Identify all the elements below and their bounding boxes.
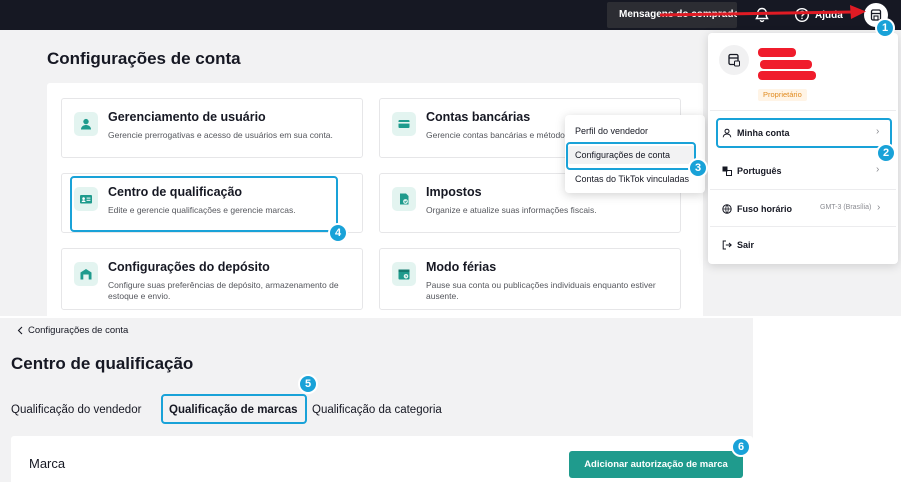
bank-card-icon: [392, 112, 416, 136]
card-warehouse-settings[interactable]: Configurações do depósito Configure suas…: [61, 248, 363, 310]
logout-icon: [722, 240, 732, 250]
card-user-management[interactable]: Gerenciamento de usuário Gerencie prerro…: [61, 98, 363, 158]
page-title: Centro de qualificação: [11, 354, 194, 373]
account-item-label: Fuso horário: [737, 204, 793, 214]
shop-logo-icon: [728, 53, 740, 67]
card-description: Gerencie prerrogativas e acesso de usuár…: [108, 130, 333, 140]
menu-item-seller-profile[interactable]: Perfil do vendedor: [575, 126, 648, 136]
step-badge-5: 5: [298, 374, 318, 394]
translate-icon: [722, 166, 732, 176]
add-brand-authorization-button[interactable]: Adicionar autorização de marca: [569, 451, 743, 478]
highlight-qualification-center: [70, 176, 338, 232]
card-title: Contas bancárias: [426, 110, 531, 124]
highlight-my-account: [716, 118, 892, 148]
tax-document-icon: [392, 187, 416, 211]
card-title: Configurações do depósito: [108, 260, 270, 274]
breadcrumb-label: Configurações de conta: [28, 325, 129, 336]
step-badge-4: 4: [328, 223, 348, 243]
shop-avatar: [719, 45, 749, 75]
globe-icon: [722, 204, 732, 214]
step-badge-1: 1: [875, 18, 895, 38]
panel-divider: [710, 110, 896, 111]
account-item-timezone[interactable]: Fuso horário: [722, 201, 792, 217]
annotation-arrow: [660, 5, 866, 19]
card-description: Organize e atualize suas informações fis…: [426, 205, 597, 215]
breadcrumb[interactable]: Configurações de conta: [17, 325, 128, 336]
card-title: Modo férias: [426, 260, 497, 274]
qualification-center-screen: Configurações de conta Centro de qualifi…: [0, 318, 753, 482]
panel-divider: [710, 226, 896, 227]
card-description: Pause sua conta ou publicações individua…: [426, 280, 656, 301]
highlight-account-settings: [566, 142, 696, 170]
chevron-right-icon: ›: [877, 202, 881, 213]
chevron-left-icon: [17, 326, 23, 335]
vacation-calendar-icon: [392, 262, 416, 286]
card-vacation-mode[interactable]: Modo férias Pause sua conta ou publicaçõ…: [379, 248, 681, 310]
tab-category-qualification[interactable]: Qualificação da categoria: [312, 404, 442, 416]
section-title: Marca: [29, 456, 66, 471]
account-item-label: Português: [737, 166, 782, 176]
timezone-value: GMT-3 (Brasília): [820, 204, 872, 211]
step-badge-3: 3: [688, 158, 708, 178]
menu-item-linked-tiktok-accounts[interactable]: Contas do TikTok vinculadas: [575, 174, 689, 184]
step-badge-6: 6: [731, 437, 751, 457]
redacted-email: [758, 71, 816, 80]
owner-role-badge: Proprietário: [758, 89, 807, 101]
highlight-brand-tab: [161, 394, 307, 424]
account-item-label: Sair: [737, 240, 755, 250]
chevron-right-icon: ›: [876, 164, 880, 175]
account-item-language[interactable]: Português: [722, 163, 782, 179]
card-description: Configure suas preferências de depósito,…: [108, 280, 339, 301]
step-badge-2: 2: [876, 143, 896, 163]
tab-seller-qualification[interactable]: Qualificação do vendedor: [11, 404, 141, 416]
redacted-name: [760, 60, 812, 69]
page-title: Configurações de conta: [47, 49, 241, 68]
seller-center-settings-screen: Mensagens do comprador Ajuda Configuraç: [0, 0, 901, 316]
redacted-name: [758, 48, 796, 57]
account-item-logout[interactable]: Sair: [722, 237, 754, 253]
panel-divider: [710, 189, 896, 190]
user-icon: [74, 112, 98, 136]
card-title: Gerenciamento de usuário: [108, 110, 266, 124]
warehouse-icon: [74, 262, 98, 286]
card-title: Impostos: [426, 185, 482, 199]
